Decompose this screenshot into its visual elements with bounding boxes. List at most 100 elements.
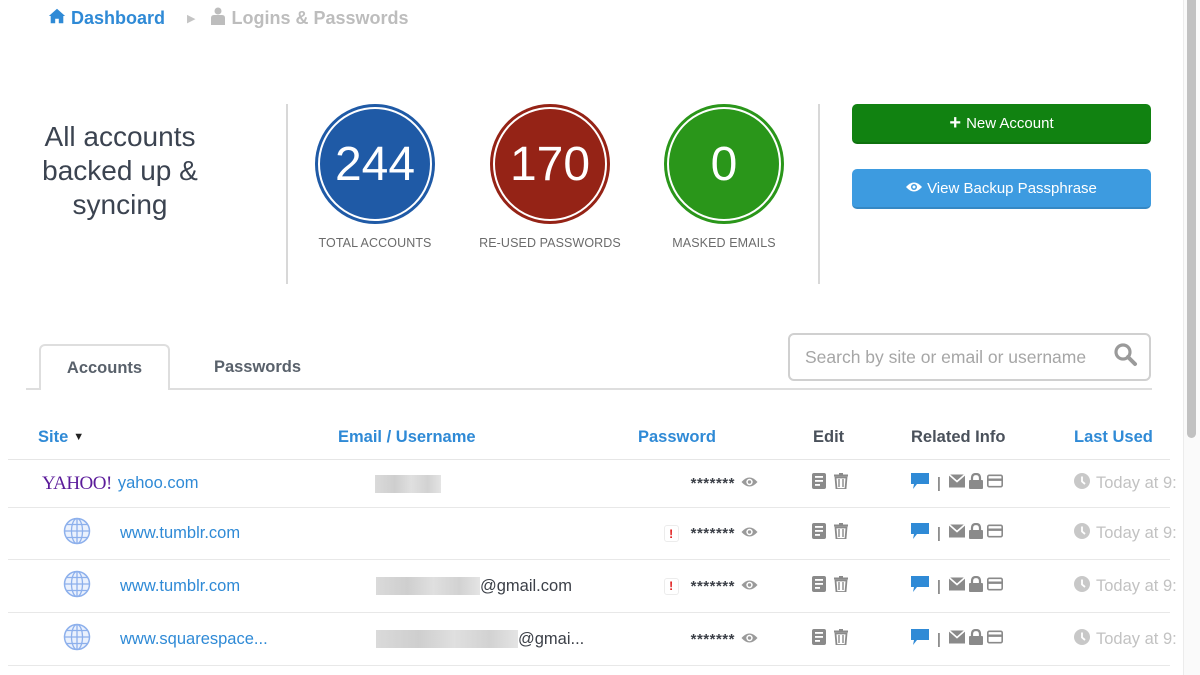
email-icon[interactable] [948, 523, 969, 544]
edit-icon[interactable] [812, 523, 826, 544]
separator: | [937, 475, 941, 492]
edit-cell [812, 460, 848, 507]
trash-icon[interactable] [834, 628, 848, 650]
notes-icon[interactable] [911, 575, 929, 597]
reused-password-warning-icon[interactable]: ! [663, 525, 679, 542]
site-logo: YAHOO! [42, 472, 112, 494]
user-icon [210, 7, 226, 30]
notes-icon[interactable] [911, 473, 929, 494]
email-cell: @gmail.com [366, 560, 572, 612]
clock-icon [1074, 523, 1096, 544]
credit-card-icon[interactable] [986, 473, 1003, 494]
separator: | [937, 525, 941, 542]
column-header-site[interactable]: Site ▼ [38, 428, 84, 447]
password-cell: ******* [638, 460, 758, 507]
last-used-cell: Today at 9: [1074, 613, 1177, 665]
tab-accounts[interactable]: Accounts [39, 344, 170, 390]
email-icon[interactable] [948, 473, 969, 494]
edit-icon[interactable] [812, 628, 826, 650]
column-header-password[interactable]: Password [638, 428, 716, 447]
stat-label: MASKED EMAILS [672, 236, 776, 250]
redacted-email-username [376, 577, 480, 595]
show-password-eye-icon[interactable] [735, 630, 758, 649]
trash-icon[interactable] [834, 523, 848, 544]
edit-icon[interactable] [812, 575, 826, 597]
breadcrumb-dashboard-link[interactable]: Dashboard [48, 7, 165, 30]
clock-icon [1074, 575, 1096, 597]
reused-password-warning-icon[interactable]: ! [663, 577, 679, 595]
edit-icon[interactable] [812, 473, 826, 494]
stat-total-accounts: 244 TOTAL ACCOUNTS [295, 104, 455, 250]
password-cell: ******* [638, 613, 758, 665]
new-account-label: New Account [966, 114, 1054, 132]
site-link[interactable]: www.tumblr.com [120, 577, 240, 596]
show-password-eye-icon[interactable] [735, 474, 758, 493]
search-box [788, 333, 1151, 381]
view-backup-passphrase-button[interactable]: View Backup Passphrase [852, 169, 1151, 209]
trash-icon[interactable] [834, 575, 848, 597]
email-icon[interactable] [948, 629, 969, 650]
globe-icon [63, 623, 91, 656]
related-info-cell: | [911, 560, 1003, 612]
site-cell: www.squarespace... [63, 613, 268, 665]
stat-circle: 0 [664, 104, 784, 224]
lock-icon[interactable] [968, 472, 987, 494]
trash-icon[interactable] [834, 473, 848, 494]
table-header: Site ▼ Email / Username Password Edit Rel… [8, 424, 1170, 460]
search-input[interactable] [805, 346, 1113, 368]
email-cell [366, 460, 441, 507]
notes-icon[interactable] [911, 628, 929, 650]
globe-icon [63, 570, 91, 603]
redacted-email-username [376, 630, 518, 648]
lock-icon[interactable] [968, 628, 987, 650]
lock-icon[interactable] [968, 522, 987, 544]
column-header-last-used[interactable]: Last Used [1074, 428, 1153, 447]
view-backup-label: View Backup Passphrase [927, 179, 1097, 197]
notes-icon[interactable] [911, 523, 929, 544]
breadcrumb: Dashboard ▶ Logins & Passwords [48, 6, 409, 30]
last-used-text: Today at 9: [1096, 474, 1177, 492]
scrollbar-thumb[interactable] [1187, 0, 1196, 438]
last-used-cell: Today at 9: [1074, 508, 1177, 559]
redacted-email-username [375, 474, 441, 493]
table-row[interactable]: www.tumblr.com @gmail.com ! ******* | Tod… [8, 560, 1177, 613]
last-used-cell: Today at 9: [1074, 460, 1177, 507]
site-link[interactable]: www.squarespace... [120, 630, 268, 649]
show-password-eye-icon[interactable] [735, 524, 758, 543]
search-icon[interactable] [1113, 342, 1139, 373]
show-password-eye-icon[interactable] [735, 577, 758, 596]
email-icon[interactable] [948, 576, 969, 597]
table-row[interactable]: www.tumblr.com ! ******* | Today at 9: [8, 508, 1177, 560]
site-cell: www.tumblr.com [63, 560, 240, 612]
email-domain-text: @gmail.com [480, 576, 572, 595]
column-header-edit: Edit [813, 428, 845, 446]
table-row[interactable]: www.squarespace... @gmai... ******* | To… [8, 613, 1177, 666]
credit-card-icon[interactable] [986, 576, 1003, 597]
sync-status-line: backed up & [42, 155, 198, 186]
sync-status-line: All accounts [44, 121, 196, 152]
site-link[interactable]: www.tumblr.com [120, 524, 240, 543]
stat-reused-passwords: 170 RE-USED PASSWORDS [470, 104, 630, 250]
breadcrumb-separator-icon: ▶ [187, 12, 196, 25]
site-cell: www.tumblr.com [63, 508, 240, 559]
column-header-email[interactable]: Email / Username [338, 428, 476, 447]
credit-card-icon[interactable] [986, 523, 1003, 544]
divider [286, 104, 288, 284]
related-info-cell: | [911, 508, 1003, 559]
tab-passwords[interactable]: Passwords [185, 344, 330, 390]
breadcrumb-current: Logins & Passwords [210, 7, 409, 30]
table-row[interactable]: YAHOO! yahoo.com ******* | Today at 9: [8, 460, 1177, 508]
email-cell: @gmai... [366, 613, 584, 665]
globe-icon [63, 517, 91, 550]
edit-cell [812, 508, 848, 559]
lock-icon[interactable] [968, 575, 987, 597]
eye-icon [906, 180, 923, 197]
new-account-button[interactable]: + New Account [852, 104, 1151, 144]
related-info-cell: | [911, 613, 1003, 665]
edit-cell [812, 613, 848, 665]
credit-card-icon[interactable] [986, 629, 1003, 650]
plus-icon: + [949, 112, 962, 134]
site-link[interactable]: yahoo.com [118, 474, 199, 493]
masked-password: ******* [690, 577, 735, 595]
stat-circle: 170 [490, 104, 610, 224]
